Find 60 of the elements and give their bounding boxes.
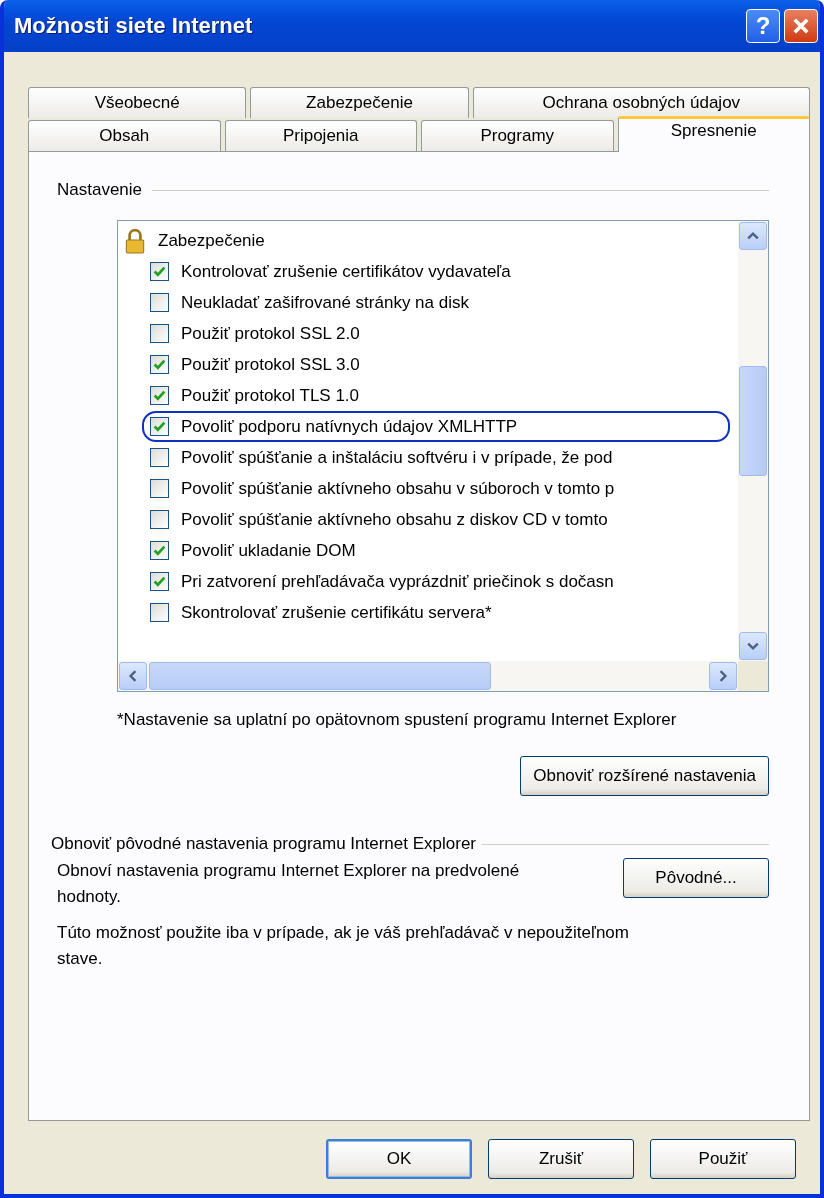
reset-description: Obnoví nastavenia programu Internet Explorer na predvolené hodnoty. <box>57 860 521 908</box>
option-label: Povoliť spúšťanie aktívneho obsahu z diskov CD v tomto <box>181 509 608 530</box>
option-label: Neukladať zašifrované stránky na disk <box>181 292 469 313</box>
category-label: Zabezpečenie <box>158 230 265 251</box>
horizontal-scrollbar[interactable] <box>118 661 738 691</box>
restart-note: *Nastavenie sa uplatní po opätovnom spustení programu Internet Explorer <box>117 709 677 731</box>
help-button[interactable]: ? <box>746 9 780 43</box>
close-button[interactable] <box>784 9 818 43</box>
option-label: Pri zatvorení prehľadávača vyprázdniť priečinok s dočasn <box>181 571 614 592</box>
section-heading: Obnoviť pôvodné nastavenia programu Internet Explorer <box>51 834 477 854</box>
checkbox[interactable] <box>150 355 169 374</box>
checkbox[interactable] <box>150 386 169 405</box>
scrollbar-corner <box>738 661 768 691</box>
tab[interactable]: Všeobecné <box>28 87 247 118</box>
scrollbar-thumb[interactable] <box>149 662 491 690</box>
tab[interactable]: Obsah <box>28 120 221 151</box>
restore-defaults-button[interactable]: Pôvodné... <box>623 858 769 898</box>
option-label: Kontrolovať zrušenie certifikátov vydavateľa <box>181 261 511 282</box>
checkbox[interactable] <box>150 603 169 622</box>
tab[interactable]: Spresnenie <box>617 116 810 152</box>
scroll-right-button[interactable] <box>709 662 737 690</box>
checkbox[interactable] <box>150 479 169 498</box>
group-heading: Nastavenie <box>57 180 143 200</box>
option-label: Použiť protokol SSL 3.0 <box>181 354 360 375</box>
dialog-button[interactable]: OK <box>326 1139 472 1179</box>
checkbox[interactable] <box>150 324 169 343</box>
tab[interactable]: Zabezpečenie <box>250 87 469 118</box>
chevron-down-icon <box>747 640 759 652</box>
option-label: Skontrolovať zrušenie certifikátu servera* <box>181 602 492 623</box>
scrollbar-thumb[interactable] <box>739 366 767 476</box>
chevron-up-icon <box>747 230 759 242</box>
option-label: Použiť protokol TLS 1.0 <box>181 385 360 406</box>
scroll-left-button[interactable] <box>119 662 147 690</box>
reset-warning: Túto možnosť použite iba v prípade, ak je váš prehľadávač v nepoužiteľnom stave. <box>57 922 630 970</box>
option-label: Povoliť spúšťanie aktívneho obsahu v súboroch v tomto p <box>181 478 615 499</box>
checkbox[interactable] <box>150 541 169 560</box>
checkbox[interactable] <box>150 572 169 591</box>
chevron-left-icon <box>127 670 139 682</box>
tab[interactable]: Ochrana osobných údajov <box>472 87 810 118</box>
window-title: Možnosti siete Internet <box>14 13 254 39</box>
vertical-scrollbar[interactable] <box>738 221 768 661</box>
tab[interactable]: Pripojenia <box>224 120 417 151</box>
checkbox[interactable] <box>150 293 169 312</box>
lock-icon <box>124 227 146 254</box>
scroll-down-button[interactable] <box>739 632 767 660</box>
checkbox[interactable] <box>150 262 169 281</box>
checkbox[interactable] <box>150 510 169 529</box>
reset-advanced-button[interactable]: Obnoviť rozšírené nastavenia <box>520 756 769 796</box>
scroll-up-button[interactable] <box>739 222 767 250</box>
option-label: Povoliť podporu natívnych údajov XMLHTTP <box>181 416 518 437</box>
option-label: Povoliť spúšťanie a inštaláciu softvéru i v prípade, že pod <box>181 447 613 468</box>
checkbox[interactable] <box>150 417 169 436</box>
option-label: Povoliť ukladanie DOM <box>181 540 356 561</box>
checkbox[interactable] <box>150 448 169 467</box>
dialog-button[interactable]: Zrušiť <box>488 1139 634 1179</box>
option-label: Použiť protokol SSL 2.0 <box>181 323 360 344</box>
tab[interactable]: Programy <box>421 120 614 151</box>
chevron-right-icon <box>717 670 729 682</box>
close-icon <box>791 16 811 36</box>
dialog-button[interactable]: Použiť <box>650 1139 796 1179</box>
